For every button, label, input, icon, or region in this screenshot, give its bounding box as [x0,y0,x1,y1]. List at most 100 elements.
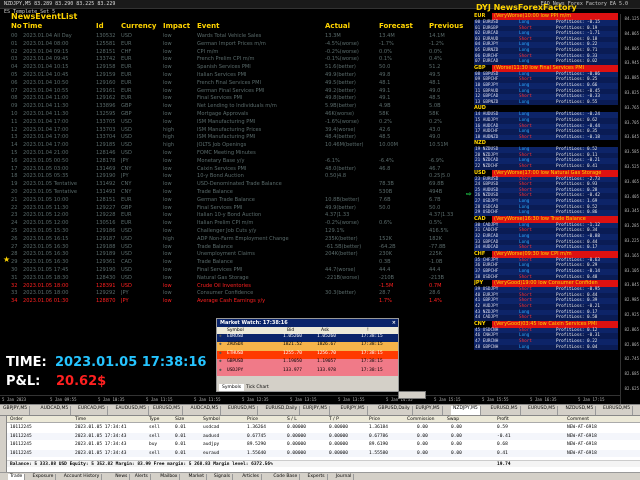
chart-tab[interactable]: EURJPY,M5 [414,406,443,415]
news-row[interactable]: 13 2023.01.04 17:00 133704 USD high ISM Manuf… [9,134,464,142]
news-row[interactable]: 22 2023.01.05 11:30 129227 GBP low Final Serv… [9,205,464,213]
chart-tab[interactable]: AUDCAD,M5 [189,406,222,415]
news-row[interactable]: 27 2023.01.05 16:30 129188 USD low Trade Bala… [9,244,464,252]
th-size[interactable]: Size [175,416,184,423]
terminal-tab[interactable]: Trade [8,474,26,480]
market-watch-row[interactable]: ◆ USDJPY 133.977 133.978 17:38:15 [217,367,398,376]
news-cell-time: 2023.01.04 10:45 [23,71,69,78]
news-row[interactable]: 26 2023.01.05 16:15 129187 USD high ADP Non-F… [9,236,464,244]
order-row[interactable]: 10112245 2023.01.05 17:34:43 sell 0.01 eurau… [7,449,640,457]
order-row[interactable]: 10112245 2023.01.05 17:34:43 buy 0.01 audjpy… [7,441,640,449]
market-watch-window[interactable]: Market Watch: 17:38:16 × Symbol Bid Ask … [216,318,399,392]
news-row[interactable]: 07 2023.01.04 10:55 129161 EUR low German Fin… [9,88,464,96]
chart-tab[interactable]: EURUSD,Daily [264,406,301,415]
th-comment[interactable]: Comment [567,416,589,423]
chart-tab[interactable]: EURUSD,M5 [226,406,259,415]
th-symbol[interactable]: Symbol [203,416,220,423]
news-row[interactable]: 12 2023.01.04 17:00 133703 USD high ISM Manuf… [9,127,464,135]
terminal-tab[interactable]: Exposure [31,474,57,480]
news-cell-imp: low [163,71,172,78]
th-order[interactable]: Order [10,416,23,423]
terminal-tab[interactable]: Account History [62,474,103,480]
mw-header-ask[interactable]: Ask [321,327,329,334]
news-row[interactable]: 31 2023.01.05 18:30 128430 USD low Natural Ga… [9,275,464,283]
news-row[interactable]: 33 2023.01.05 18:00 129292 JPY low Consumer C… [9,290,464,298]
terminal-tab[interactable]: News [113,474,131,480]
close-icon[interactable]: × [392,319,396,327]
tab-tick-chart[interactable]: Tick Chart [243,384,272,391]
terminal-tab[interactable]: Experts [306,474,328,480]
news-row[interactable]: 00 2023.01.04 All Day 130532 USD low Wards To… [9,33,464,41]
news-row[interactable]: 30 2023.01.05 17:45 129190 USD low Final Serv… [9,267,464,275]
news-row[interactable]: 03 2023.01.04 09:45 133742 EUR low French Pre… [9,56,464,64]
news-row[interactable]: 24 2023.01.05 12:00 130516 EUR low Italian Pr… [9,220,464,228]
chart-tab[interactable]: EURUSD,M5 [601,406,634,415]
chart-tab[interactable]: GBPJPY,M5 [1,406,31,415]
th-price2[interactable]: Price [369,416,380,423]
pair-row[interactable]: 48 GBPCNH Long ProfitLoss: 0.04 [474,344,618,351]
th-swap[interactable]: Swap [447,416,459,423]
news-row[interactable]: 10 2023.01.04 11:30 132595 GBP low Mortgage A… [9,111,464,119]
mw-header-time[interactable]: ! [367,327,369,334]
terminal-tab[interactable]: Articles [240,474,262,480]
news-row[interactable]: 06 2023.01.04 10:50 129160 EUR low French Fin… [9,80,464,88]
chart-tab[interactable]: GBPUSD,Daily [376,406,413,415]
news-row[interactable]: 04 2023.01.04 10:15 129158 EUR low Spanish Se… [9,64,464,72]
news-row[interactable]: 16 2023.01.05 00:50 128178 JPY low Monetary B… [9,158,464,166]
news-row[interactable]: 25 2023.01.05 15:30 129186 USD low Challenger… [9,228,464,236]
terminal-tab[interactable]: Alerts [133,474,151,480]
pair-direction: Long [519,204,530,210]
market-watch-row[interactable]: ◆ ZAUSDX 1821.52 1826.67 17:38:15 [217,342,398,351]
th-commission[interactable]: Commission [407,416,434,423]
th-sl[interactable]: S / L [287,416,297,423]
chart-tab[interactable]: AUDCAD,M5 [39,406,72,415]
chart-tab[interactable]: EURUSD,M5 [489,406,521,415]
news-row[interactable]: 23 2023.01.05 12:00 129228 EUR low Italian 10… [9,212,464,220]
news-row[interactable]: 15 2023.01.04 21:00 128146 USD low FOMC Meeti… [9,150,464,158]
chart-tab[interactable]: EURUSD,M5 [526,406,559,415]
news-row[interactable]: 01 2023.01.04 08:00 125581 EUR low German Imp… [9,41,464,49]
chart-tab[interactable]: EURCAD,M5 [76,406,108,415]
terminal-tab[interactable]: Code Base [271,474,301,480]
chart-tab[interactable]: EURJPY,M5 [339,406,368,415]
chart-tab[interactable]: EURUSD,M5 [151,406,184,415]
order-row[interactable]: 10112245 2023.01.05 17:34:41 sell 0.01 usdca… [7,424,640,432]
terminal-tab[interactable]: Mailbox [158,474,181,480]
news-row[interactable]: 08 2023.01.04 11:00 129162 EUR low Final Serv… [9,95,464,103]
news-row[interactable]: 17 2023.01.05 03:00 131469 CNY low Caixin Ser… [9,166,464,174]
chart-tab[interactable]: NZDUSD,M5 [564,406,597,415]
market-watch-row[interactable]: ◆ ETHUSD 1255.70 1256.70 17:38:15 [217,350,398,360]
th-tp[interactable]: T / P [329,416,339,423]
chart-tab[interactable]: EURJPY,M5 [301,406,331,415]
th-type[interactable]: Type [149,416,159,423]
news-row[interactable]: 28 2023.01.05 16:30 129189 USD low Unemployme… [9,251,464,259]
news-row[interactable]: 19 2023.01.05 Tentative 131492 CNY low USD-De… [9,181,464,189]
th-time[interactable]: Time [75,416,86,423]
mw-header-bid[interactable]: Bid [287,327,294,334]
news-row[interactable]: 20 2023.01.05 Tentative 131493 CNY low Trade … [9,189,464,197]
mw-header-symbol[interactable]: Symbol [227,327,244,334]
chart-tab[interactable]: NZDJPY,M5 [451,406,481,415]
chart-tab[interactable]: EAUDUSD,M5 [114,406,149,415]
news-row[interactable]: 21 2023.01.05 10:00 128151 EUR low German Tra… [9,197,464,205]
market-watch-row[interactable]: ◆ GBPUSD 1.19050 1.19057 17:38:15 [217,359,398,368]
th-price[interactable]: Price [247,416,258,423]
terminal-tab[interactable]: Signals [212,474,234,480]
order-row[interactable]: 10112245 2023.01.05 17:34:43 sell 0.01 audus… [7,432,640,440]
news-row[interactable]: 32 2023.01.05 18:00 128391 USD low Crude Oil … [9,283,464,291]
terminal-tab[interactable]: Market [187,474,207,480]
news-row[interactable]: 05 2023.01.04 10:45 129159 EUR low Italian Se… [9,72,464,80]
news-row[interactable]: 02 2023.01.04 09:15 128151 CHF low CPI m/m -0.… [9,49,464,57]
news-row[interactable]: 29 2023.01.05 16:30 129361 CAD low Trade Bala… [9,259,464,267]
tab-symbols[interactable]: Symbols [219,384,245,391]
news-cell-fc: 10.00M [379,142,398,149]
news-row[interactable]: 11 2023.01.04 17:00 133705 USD low ISM Manufa… [9,119,464,127]
market-watch-title-bar[interactable]: Market Watch: 17:38:16 × [217,319,398,327]
news-row[interactable]: 18 2023.01.05 05:35 129190 JPY low 10-y Bond … [9,173,464,181]
news-row[interactable]: 34 2023.01.06 01:30 128870 JPY low Average Ca… [9,298,464,306]
scroll-button[interactable] [398,391,426,399]
news-row[interactable]: 14 2023.01.04 17:00 129185 USD high JOLTS Job… [9,142,464,150]
th-profit[interactable]: Profit [497,416,509,423]
terminal-tab[interactable]: Journal [334,474,355,480]
news-row[interactable]: 09 2023.01.04 11:30 133896 GBP low Net Lendin… [9,103,464,111]
